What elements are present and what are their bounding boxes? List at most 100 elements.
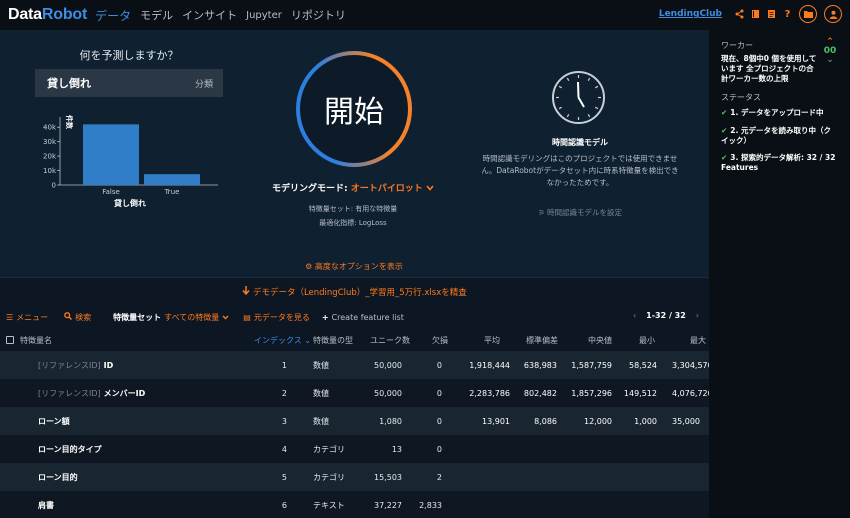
cell-idx: 2	[281, 388, 287, 398]
modeling-mode[interactable]: モデリングモード: オートパイロット	[253, 181, 453, 194]
table-row[interactable]: [リファレンスID] ID 1 数値 50,000 0 1,918,444 638,983 1,…	[0, 351, 709, 379]
cell-type: テキスト	[313, 500, 345, 510]
page-range: 1-32 / 32	[646, 311, 686, 320]
menu-label: メニュー	[16, 312, 49, 322]
hamburger-icon: ☰	[6, 312, 14, 322]
cell-type: 数値	[313, 360, 329, 370]
dataset-explore-label: デモデータ（LendingClub）_学習用_5万行.xlsxを精査	[252, 287, 467, 298]
feature-name-label: 肩書	[38, 500, 54, 510]
feature-name[interactable]: ローン目的	[38, 463, 78, 491]
dataset-explore-bar[interactable]: デモデータ（LendingClub）_学習用_5万行.xlsxを精査	[0, 277, 709, 305]
top-navigation: DataRobot データ モデル インサイト Jupyter リポジトリ Le…	[0, 0, 850, 30]
table-row[interactable]: ローン額 3 数値 1,080 0 13,901 8,086 12,000 1,000 35,00…	[0, 407, 709, 435]
start-button[interactable]: 開始	[296, 51, 412, 167]
docs-icon[interactable]	[767, 9, 776, 20]
worker-stepper[interactable]: ⌃ 00 ⌄	[822, 38, 838, 65]
worker-usage-text: 現在、8個中0 個を使用しています 全プロジェクトの合計ワーカー数の上限	[721, 54, 817, 83]
project-name-link[interactable]: LendingClub	[659, 9, 722, 19]
select-all-checkbox[interactable]	[6, 329, 14, 351]
cell-miss: 0	[436, 416, 442, 426]
y-axis-title: 件数	[65, 115, 74, 130]
table-row[interactable]: ローン目的 5 カテゴリ 15,503 2	[0, 463, 709, 491]
cell-type: カテゴリ	[313, 472, 345, 482]
user-avatar-icon[interactable]	[824, 5, 842, 23]
target-input[interactable]: 貸し倒れ 分類	[35, 69, 223, 97]
col-median[interactable]: 中央値	[570, 329, 612, 351]
feature-name-label: ローン額	[38, 416, 70, 426]
feature-name[interactable]: [リファレンスID] メンバーID	[38, 379, 145, 407]
share-icon[interactable]	[735, 9, 744, 20]
nav-jupyter[interactable]: Jupyter	[246, 10, 282, 21]
nav-data[interactable]: データ	[95, 7, 131, 24]
nav-insights[interactable]: インサイト	[182, 7, 237, 23]
col-type[interactable]: 特徴量の型	[313, 329, 353, 351]
create-feature-list-button[interactable]: + Create feature list	[322, 313, 404, 322]
datarobot-logo[interactable]: DataRobot	[8, 6, 87, 24]
status-step-2-label: 2. 元データを読み取り中（クイック）	[721, 126, 831, 145]
cell-mean	[460, 463, 510, 491]
x-tick-label: False	[102, 188, 120, 196]
col-index-label: インデックス	[254, 335, 302, 345]
cell-std	[515, 463, 557, 491]
cell-uniq: 13	[391, 444, 402, 454]
col-std[interactable]: 標準偏差	[520, 329, 558, 351]
folder-icon[interactable]	[799, 5, 817, 23]
logo-text-data: Data	[8, 6, 42, 23]
cell-std	[515, 435, 557, 463]
col-max[interactable]: 最大	[670, 329, 706, 351]
create-feature-list-label: Create feature list	[331, 312, 404, 322]
cell-uniq: 15,503	[374, 472, 402, 482]
col-index[interactable]: インデックス ⌄	[254, 329, 311, 351]
col-feature-name[interactable]: 特徴量名	[20, 329, 52, 351]
col-missing[interactable]: 欠損	[420, 329, 448, 351]
timeseries-setup-link[interactable]: ⚞ 時間認識モデルを設定	[480, 207, 680, 218]
feature-name[interactable]: [リファレンスID] ID	[38, 351, 113, 379]
feature-name-label: ID	[103, 360, 114, 370]
table-icon: ▤	[243, 312, 251, 322]
col-unique[interactable]: ユニーク数	[360, 329, 410, 351]
chevron-down-icon	[426, 184, 434, 194]
col-min[interactable]: 最小	[620, 329, 655, 351]
cell-mean	[460, 435, 510, 463]
nav-repository[interactable]: リポジトリ	[291, 7, 346, 23]
status-step-1-label: 1. データをアップロード中	[730, 108, 824, 117]
help-icon[interactable]: ?	[783, 9, 792, 20]
table-row[interactable]: ローン目的タイプ 4 カテゴリ 13 0	[0, 435, 709, 463]
feature-name[interactable]: ローン額	[38, 407, 70, 435]
search-button[interactable]: 検索	[64, 312, 91, 323]
next-page-icon[interactable]: ›	[696, 311, 699, 320]
check-icon: ✔	[721, 108, 728, 117]
col-mean[interactable]: 平均	[470, 329, 500, 351]
cell-type: カテゴリ	[313, 444, 345, 454]
chevron-down-icon[interactable]: ⌄	[822, 56, 838, 65]
cell-min: 149,512	[623, 388, 657, 398]
featureset-dropdown[interactable]: すべての特徴量	[164, 312, 229, 323]
cell-mean: 2,283,786	[469, 388, 510, 398]
cell-med: 12,000	[584, 416, 612, 426]
y-tick-label: 20k	[43, 153, 57, 161]
nav-models[interactable]: モデル	[140, 7, 173, 23]
right-sidebar: ワーカー ⌃ 00 ⌄ 現在、8個中0 個を使用しています 全プロジェクトの合計…	[709, 30, 850, 518]
cell-idx: 5	[281, 472, 287, 482]
cell-miss: 2	[436, 472, 442, 482]
modeling-mode-label: モデリングモード:	[272, 184, 351, 194]
view-raw-data-button[interactable]: ▤ 元データを見る	[243, 312, 310, 323]
feature-name[interactable]: ローン目的タイプ	[38, 435, 102, 463]
chevron-down-icon	[222, 313, 229, 322]
book-icon[interactable]	[751, 9, 760, 20]
cell-mean: 1,918,444	[469, 360, 510, 370]
table-row[interactable]: [リファレンスID] メンバーID 2 数値 50,000 0 2,283,786 802,4…	[0, 379, 709, 407]
cell-idx: 4	[281, 444, 287, 454]
cell-med	[565, 491, 612, 518]
table-row[interactable]: 肩書 6 テキスト 37,227 2,833	[0, 491, 709, 518]
y-tick-label: 10k	[43, 167, 57, 175]
feature-name[interactable]: 肩書	[38, 491, 54, 518]
y-tick-label: 0	[52, 182, 56, 190]
metric-info: 最適化指標: LogLoss	[319, 219, 387, 227]
menu-button[interactable]: ☰ メニュー	[6, 312, 48, 323]
reference-id-tag: [リファレンスID]	[38, 388, 101, 398]
cell-min: 58,524	[629, 360, 657, 370]
prev-page-icon[interactable]: ‹	[633, 311, 636, 320]
advanced-options-link[interactable]: ⚙ 高度なオプションを表示	[254, 261, 454, 272]
featureset-info: 特徴量セット: 有用な特徴量	[308, 205, 398, 213]
